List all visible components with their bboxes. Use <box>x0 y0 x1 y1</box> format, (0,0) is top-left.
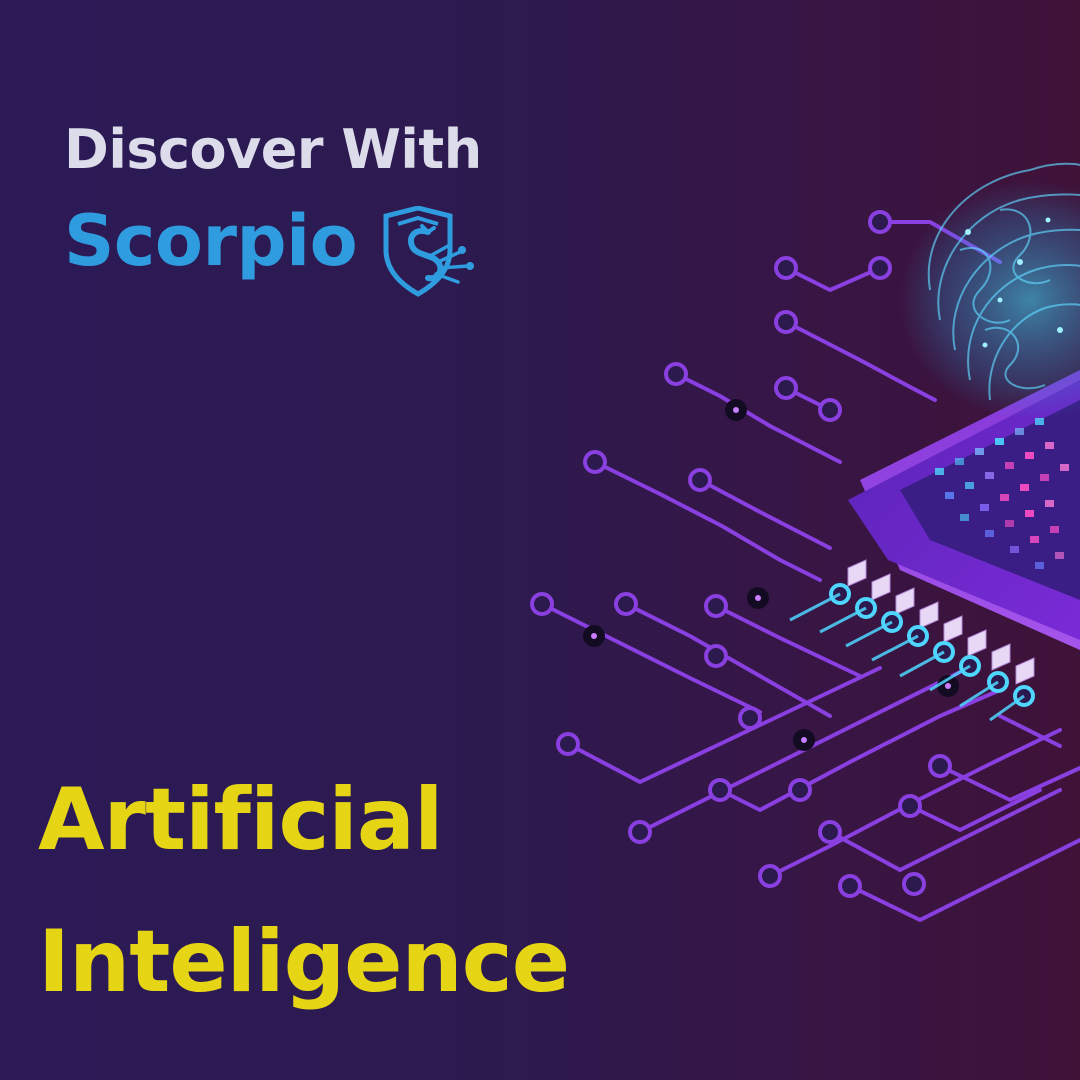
scorpion-shield-icon <box>383 206 474 297</box>
brand-name: Scorpio <box>64 200 358 282</box>
brain-hologram <box>900 162 1080 420</box>
discover-with-heading: Discover With <box>64 118 482 181</box>
title-line-artificial: Artificial <box>38 770 443 870</box>
circuit-junction-dots <box>583 399 959 751</box>
pin-traces <box>789 592 1025 722</box>
title-line-inteligence: Inteligence <box>38 912 570 1012</box>
